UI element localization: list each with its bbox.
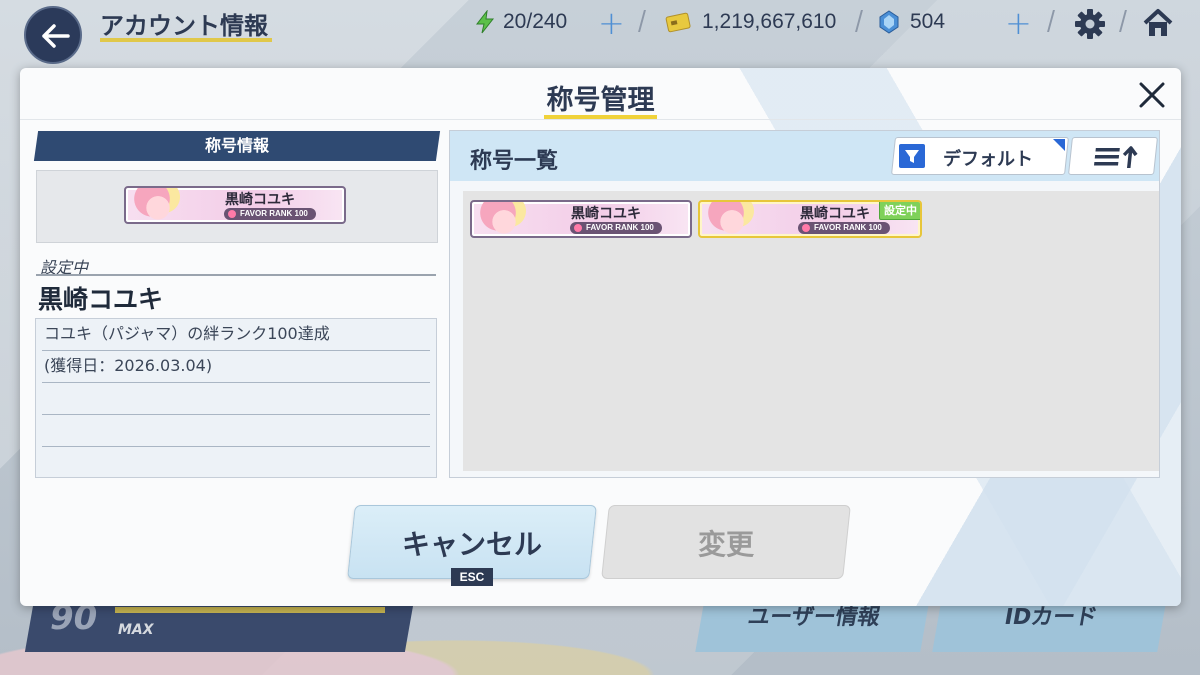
title-preview-plate: 黒崎コユキ FAVOR RANK 100 [124,186,346,224]
sort-button[interactable] [1068,137,1158,175]
lightning-icon [475,10,495,34]
gem-icon [879,10,899,34]
separator [1047,10,1055,32]
back-arrow-icon [42,24,70,48]
title-info-header: 称号情報 [204,136,269,155]
description-line: (獲得日：2026.03.04) [42,351,430,383]
description-line: コユキ（パジャマ）の絆ランク100達成 [42,319,430,351]
back-button[interactable] [24,6,82,64]
esc-key-hint: ESC [451,568,493,586]
title-list-header: 称号一覧 デフォルト [450,131,1159,181]
title-plate-name: 黒崎コユキ [571,206,641,222]
favor-rank-text: FAVOR RANK 100 [240,209,308,218]
current-title-name: 黒崎コユキ [38,285,164,314]
title-description-box: コユキ（パジャマ）の絆ランク100達成 (獲得日：2026.03.04) [35,318,437,478]
filter-label: デフォルト [943,149,1033,170]
title-preview-area: 黒崎コユキ FAVOR RANK 100 [36,170,438,243]
favor-rank-badge: FAVOR RANK 100 [224,208,316,220]
title-item-equipped[interactable]: 黒崎コユキ FAVOR RANK 100 設定中 [698,200,922,238]
separator [1119,10,1127,32]
dialog-title-underline [544,115,657,119]
stamina-value: 20/240 [503,10,568,33]
user-info-label: ユーザー情報 [745,605,882,630]
favor-rank-badge: FAVOR RANK 100 [798,222,890,234]
gear-icon[interactable] [1073,7,1107,41]
heart-icon [574,224,582,232]
cancel-button-label: キャンセル [401,528,542,561]
title-management-dialog: 称号管理 称号情報 黒崎コユキ FAVOR RANK 100 設定中 黒崎コユキ… [20,68,1181,606]
sort-ascending-icon [1094,146,1138,168]
id-card-button[interactable]: IDカード [932,598,1167,652]
dialog-header: 称号管理 [20,68,1181,120]
add-stamina-button[interactable]: + [598,4,625,42]
title-list-heading: 称号一覧 [470,149,559,174]
title-list-panel: 称号一覧 デフォルト 黒崎コユキ FAVOR RANK 100 黒崎コユキ FA… [449,130,1160,478]
heart-icon [228,210,236,218]
title-item[interactable]: 黒崎コユキ FAVOR RANK 100 [470,200,692,238]
page-title-underline [100,38,272,42]
favor-rank-badge: FAVOR RANK 100 [570,222,662,234]
dialog-title: 称号管理 [546,85,655,116]
credits-value: 1,219,667,610 [702,10,837,33]
id-card-label: IDカード [1002,605,1100,630]
equipped-badge: 設定中 [879,202,920,220]
credit-card-icon [665,12,691,33]
heart-icon [802,224,810,232]
filter-icon [899,144,925,168]
filter-corner-marker [1053,139,1065,151]
level-max-label: MAX [118,622,154,638]
level-bar [115,607,385,613]
separator [855,10,863,32]
change-button-label: 変更 [697,528,754,561]
favor-rank-text: FAVOR RANK 100 [586,223,654,232]
user-info-button[interactable]: ユーザー情報 [695,598,930,652]
title-plate-name: 黒崎コユキ [225,192,295,208]
divider [36,274,436,276]
gems-value: 504 [910,10,946,33]
title-grid: 黒崎コユキ FAVOR RANK 100 黒崎コユキ FAVOR RANK 10… [463,191,1159,471]
description-line [42,383,430,415]
separator [638,10,646,32]
close-icon[interactable] [1137,80,1167,110]
description-line [42,415,430,447]
favor-rank-text: FAVOR RANK 100 [814,223,882,232]
top-bar: アカウント情報 20/240 + 1,219,667,610 504 + [0,0,1200,64]
page-title: アカウント情報 [100,12,268,40]
home-icon[interactable] [1141,6,1175,40]
add-gems-button[interactable]: + [1005,4,1032,42]
filter-button[interactable]: デフォルト [893,137,1067,175]
